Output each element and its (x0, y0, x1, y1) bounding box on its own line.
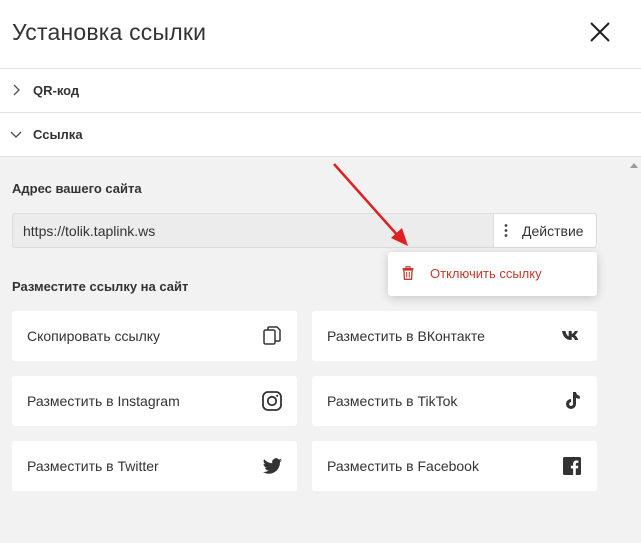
share-vk-button[interactable]: Разместить в ВКонтакте (312, 311, 597, 361)
trash-icon (402, 266, 414, 280)
share-facebook-label: Разместить в Facebook (327, 458, 479, 474)
share-section-title: Разместите ссылку на сайт (12, 279, 189, 294)
share-instagram-label: Разместить в Instagram (27, 393, 180, 409)
share-tiktok-label: Разместить в TikTok (327, 393, 458, 409)
twitter-icon (262, 458, 282, 474)
section-qr-label: QR-код (33, 83, 80, 98)
disable-link-menu-item[interactable]: Отключить ссылку (430, 266, 542, 281)
close-button[interactable] (586, 18, 614, 46)
share-twitter-label: Разместить в Twitter (27, 458, 159, 474)
action-dropdown-menu: Отключить ссылку (388, 252, 597, 296)
chevron-down-icon (10, 131, 22, 138)
more-vertical-icon (504, 224, 508, 237)
vk-icon (562, 331, 579, 340)
site-address-input[interactable] (13, 214, 494, 247)
share-instagram-button[interactable]: Разместить в Instagram (12, 376, 297, 426)
link-settings-panel: Адрес вашего сайта Действие Разместите с… (0, 157, 641, 543)
scroll-up-arrow-icon[interactable] (630, 163, 638, 168)
action-button[interactable]: Действие (493, 214, 596, 247)
section-link[interactable]: Ссылка (0, 113, 641, 157)
instagram-icon (262, 391, 282, 411)
section-qr-code[interactable]: QR-код (0, 69, 641, 113)
share-tiktok-button[interactable]: Разместить в TikTok (312, 376, 597, 426)
section-link-label: Ссылка (33, 127, 83, 142)
share-vk-label: Разместить в ВКонтакте (327, 328, 485, 344)
modal-header: Установка ссылки (0, 0, 641, 69)
facebook-icon (563, 457, 581, 475)
copy-link-label: Скопировать ссылку (27, 328, 161, 344)
share-facebook-button[interactable]: Разместить в Facebook (312, 441, 597, 491)
copy-link-button[interactable]: Скопировать ссылку (12, 311, 297, 361)
tiktok-icon (566, 392, 580, 409)
site-address-field: Действие (12, 213, 597, 248)
share-twitter-button[interactable]: Разместить в Twitter (12, 441, 297, 491)
modal-title: Установка ссылки (12, 19, 207, 45)
scrollbar[interactable] (629, 157, 641, 543)
chevron-right-icon (13, 84, 20, 96)
site-address-label: Адрес вашего сайта (12, 181, 142, 196)
action-button-label: Действие (522, 223, 584, 239)
copy-icon (263, 326, 281, 345)
close-icon (590, 22, 610, 42)
